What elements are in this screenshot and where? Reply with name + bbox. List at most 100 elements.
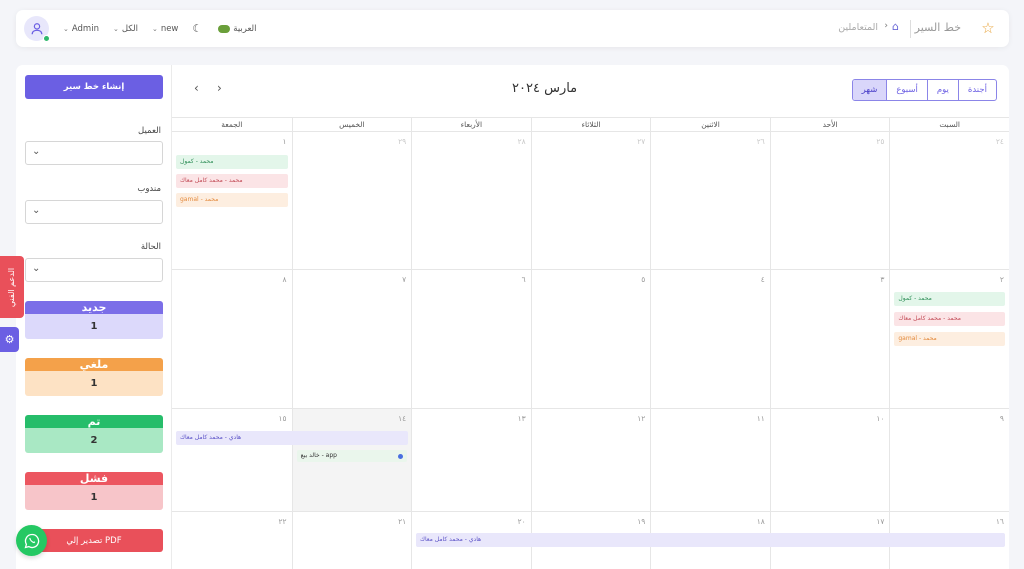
calendar-day[interactable]: ٣ [769, 270, 890, 408]
next-month-button[interactable]: › [217, 81, 222, 95]
day-number: ٢٥ [876, 137, 885, 146]
calendar-day[interactable]: ٦ [411, 270, 531, 408]
new-menu-label: new [160, 23, 179, 34]
rep-select[interactable]: ⌄ [25, 200, 163, 224]
user-icon [31, 22, 42, 34]
day-number: ١٩ [637, 517, 646, 526]
calendar-event[interactable]: محمد - كمول [176, 155, 288, 169]
calendar-week: ٨ ٧ ٦ ٥ ٤ ٣ ٢ محمد - كمول محمد - محمد كا… [172, 270, 1009, 409]
support-label: الدعم الفني [7, 267, 17, 307]
calendar-day[interactable]: ٥ [530, 270, 651, 408]
calendar-day[interactable]: ٢٥ [769, 132, 890, 269]
calendar-week: ٢٢ ٢١ ٢٠ ١٩ ١٨ ١٧ ١٦ هادي - محمد كامل مع… [172, 512, 1009, 569]
calendar-day[interactable]: ١٠ [769, 409, 890, 511]
client-select[interactable]: ⌄ [25, 141, 163, 165]
user-menu[interactable]: ⌄ Admin [63, 24, 99, 34]
whatsapp-button[interactable] [16, 525, 47, 556]
dark-mode-toggle[interactable]: ☾ [192, 22, 202, 35]
flag-icon [218, 24, 231, 33]
user-avatar[interactable] [24, 16, 50, 42]
calendar-day[interactable]: ٧ [291, 270, 412, 408]
calendar-event[interactable]: محمد - كمول [894, 292, 1005, 306]
day-number: ٢٧ [637, 137, 646, 146]
calendar-day[interactable]: ٢١ [291, 512, 412, 569]
calendar-event[interactable]: محمد - محمد كامل معاك [176, 174, 288, 188]
view-month-button[interactable]: شهر [852, 80, 887, 100]
day-number: ٢٤ [995, 137, 1004, 146]
chevron-down-icon: ⌄ [32, 205, 41, 216]
calendar-day[interactable]: ٢٢ [172, 512, 292, 569]
calendar-event[interactable]: هادي - محمد كامل معاك [416, 533, 1005, 547]
day-number: ١٣ [517, 414, 526, 423]
chevron-down-icon: ⌄ [151, 24, 158, 33]
calendar-day[interactable]: ١٢ [530, 409, 651, 511]
language-label: العربية [233, 23, 257, 34]
prev-month-button[interactable]: ‹ [194, 81, 199, 95]
page-title: خط السير [914, 21, 961, 34]
calendar-event[interactable]: محمد - محمد كامل معاك [894, 312, 1005, 326]
event-label: خالد بيع - app [300, 452, 337, 459]
client-filter-label: العميل [138, 126, 161, 136]
event-dot [398, 453, 404, 459]
status-select[interactable]: ⌄ [25, 258, 163, 282]
calendar-day[interactable]: ٢٨ [411, 132, 531, 269]
calendar-day[interactable]: ١٥ [172, 409, 292, 511]
top-bar-user-area: ⌄ Admin ⌄ الكل ⌄ new ☾ العربية [24, 15, 257, 42]
day-number: ٢٠ [517, 517, 526, 526]
calendar-week: ١ محمد - كمول محمد - محمد كامل معاك gama… [172, 132, 1009, 270]
language-switcher[interactable]: العربية [216, 23, 257, 34]
day-number: ٦ [521, 275, 526, 284]
breadcrumb-item[interactable]: المتعاملين [838, 22, 878, 33]
calendar-event[interactable]: gamal - محمد [176, 193, 288, 207]
day-number: ١٥ [278, 414, 287, 423]
calendar-day[interactable]: ١٣ [411, 409, 531, 511]
new-menu[interactable]: ⌄ new [152, 24, 178, 34]
calendar-day[interactable]: ٩ [889, 409, 1009, 511]
day-number: ١٧ [876, 517, 885, 526]
settings-gear-icon[interactable]: ⚙ [0, 327, 19, 352]
calendar-day[interactable]: ٨ [172, 270, 292, 408]
view-switcher: شهر أسبوع يوم أجندة [851, 79, 997, 101]
status-card-count: 2 [25, 428, 163, 453]
calendar-day[interactable]: ١١ [650, 409, 770, 511]
day-number: ٢٨ [517, 137, 526, 146]
calendar-day-today[interactable]: ١٤ خالد بيع - app [291, 409, 412, 511]
view-agenda-button[interactable]: أجندة [957, 80, 996, 100]
support-tab[interactable]: الدعم الفني [0, 256, 24, 318]
star-icon[interactable]: ☆ [980, 20, 996, 36]
weekday-label: الأحد [769, 118, 890, 131]
view-day-button[interactable]: يوم [926, 80, 958, 100]
calendar-event[interactable]: خالد بيع - app [296, 450, 408, 462]
filter-sidebar: إنشاء خط سير العميل ⌄ مندوب ⌄ الحالة ⌄ ج… [16, 65, 172, 569]
branch-filter-menu[interactable]: ⌄ الكل [113, 24, 138, 34]
moon-icon: ☾ [192, 22, 203, 35]
day-number: ٢ [999, 275, 1004, 284]
chevron-down-icon: ⌄ [32, 263, 41, 274]
user-name: Admin [71, 23, 99, 34]
create-route-button[interactable]: إنشاء خط سير [25, 75, 163, 99]
status-card-new[interactable]: جديد 1 [25, 301, 163, 339]
status-card-cancelled[interactable]: ملغي 1 [25, 358, 163, 396]
divider [910, 20, 911, 38]
calendar-day[interactable]: ٢٦ [650, 132, 770, 269]
online-status-dot [43, 35, 50, 42]
status-card-failed[interactable]: فشل 1 [25, 472, 163, 510]
calendar-day[interactable]: ٢٧ [530, 132, 651, 269]
calendar-event[interactable]: gamal - محمد [894, 332, 1005, 346]
calendar-day[interactable]: ٢٩ [291, 132, 412, 269]
day-number: ٤ [760, 275, 765, 284]
branch-filter-label: الكل [121, 23, 138, 34]
day-number: ٣ [880, 275, 885, 284]
calendar-day[interactable]: ٢٤ [889, 132, 1009, 269]
view-week-button[interactable]: أسبوع [886, 80, 927, 100]
day-number: ٧ [402, 275, 407, 284]
weekday-label: الثلاثاء [530, 118, 651, 131]
home-icon[interactable]: ⌂ [892, 21, 904, 33]
status-card-done[interactable]: تم 2 [25, 415, 163, 453]
calendar-event[interactable]: هادي - محمد كامل معاك [176, 431, 408, 445]
calendar-day[interactable]: ٤ [650, 270, 770, 408]
weekday-label: السبت [889, 118, 1009, 131]
calendar-title: مارس ٢٠٢٤ [512, 81, 578, 96]
calendar-day[interactable]: ٢ محمد - كمول محمد - محمد كامل معاك gama… [889, 270, 1009, 408]
calendar-day[interactable]: ١ محمد - كمول محمد - محمد كامل معاك gama… [172, 132, 292, 269]
